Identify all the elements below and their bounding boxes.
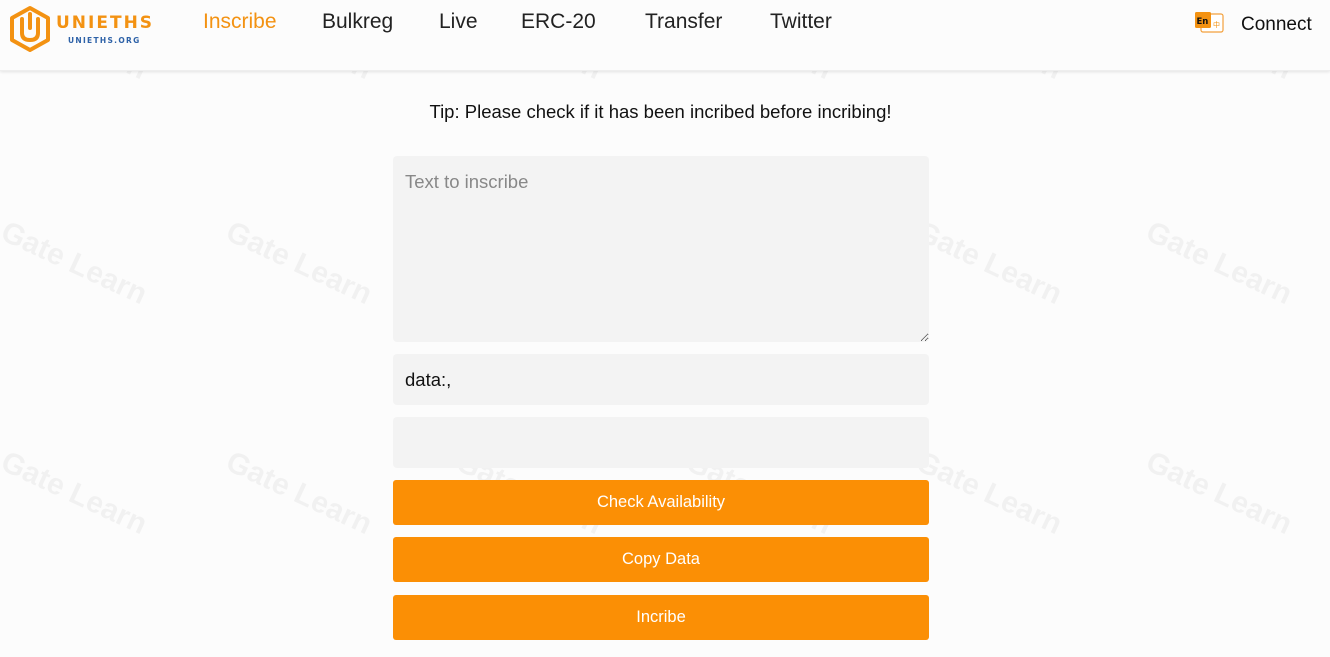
top-navbar: UNIETHS UNIETHS.ORG Inscribe Bulkreg Liv… xyxy=(0,0,1330,71)
nav-bulkreg[interactable]: Bulkreg xyxy=(322,10,393,34)
inscribe-button[interactable]: Incribe xyxy=(393,595,929,640)
language-switch-icon[interactable]: En 中 xyxy=(1194,11,1224,34)
watermark-text: Gate Learn xyxy=(221,445,377,542)
tip-text: Tip: Please check if it has been incribe… xyxy=(429,101,892,122)
unieths-logo-icon xyxy=(10,6,50,52)
data-uri-field[interactable] xyxy=(393,354,929,405)
nav-erc20[interactable]: ERC-20 xyxy=(521,10,596,34)
secondary-field[interactable] xyxy=(393,417,929,468)
connect-wallet-button[interactable]: Connect xyxy=(1241,14,1312,36)
watermark-text: Gate Learn xyxy=(1141,215,1297,312)
nav-inscribe[interactable]: Inscribe xyxy=(203,10,277,34)
language-secondary: 中 xyxy=(1213,20,1220,29)
brand-logo[interactable]: UNIETHS UNIETHS.ORG xyxy=(8,4,158,54)
nav-live[interactable]: Live xyxy=(439,10,478,34)
brand-domain: UNIETHS.ORG xyxy=(68,36,141,45)
watermark-text: Gate Learn xyxy=(0,215,152,312)
brand-name: UNIETHS xyxy=(56,13,155,33)
nav-transfer[interactable]: Transfer xyxy=(645,10,722,34)
page: Gate Learn Gate Learn Gate Learn Gate Le… xyxy=(0,0,1330,657)
nav-twitter[interactable]: Twitter xyxy=(770,10,832,34)
copy-data-button[interactable]: Copy Data xyxy=(393,537,929,582)
check-availability-button[interactable]: Check Availability xyxy=(393,480,929,525)
watermark-text: Gate Learn xyxy=(911,445,1067,542)
watermark-text: Gate Learn xyxy=(911,215,1067,312)
language-primary: En xyxy=(1197,17,1209,27)
inscription-text-input[interactable] xyxy=(393,156,929,342)
watermark-text: Gate Learn xyxy=(1141,445,1297,542)
watermark-text: Gate Learn xyxy=(221,215,377,312)
watermark-text: Gate Learn xyxy=(0,445,152,542)
